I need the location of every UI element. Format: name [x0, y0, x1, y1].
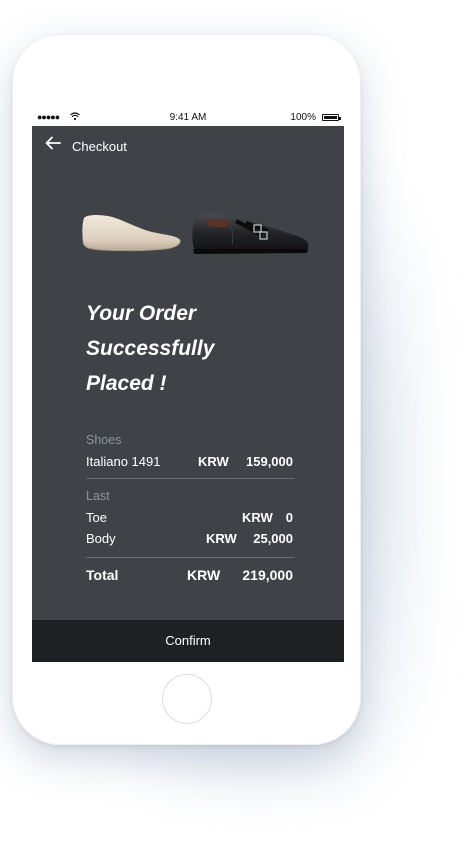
headline-line-3: Placed ! [86, 372, 167, 395]
order-success-headline: Your Order Successfully Placed ! [86, 296, 316, 401]
divider [86, 557, 294, 558]
item-name: Body [86, 531, 116, 546]
divider [86, 478, 294, 479]
item-amount: 0 [285, 510, 293, 525]
page-title: Checkout [72, 139, 127, 154]
item-amount: 159,000 [246, 454, 293, 469]
battery-icon [322, 114, 341, 121]
back-arrow-icon[interactable] [44, 134, 62, 158]
order-row-shoe: Italiano 1491 KRW 159,000 [86, 454, 293, 472]
headline-line-1: Your Order [86, 302, 197, 325]
home-button[interactable] [162, 674, 212, 724]
checkout-screen: ●●●●● 9:41 AM 100% Checkout Your Order S… [32, 111, 344, 662]
item-currency: KRW [206, 531, 237, 546]
item-currency: KRW [198, 454, 229, 469]
confirm-button[interactable]: Confirm [32, 620, 344, 662]
section-label-last: Last [86, 489, 110, 503]
order-row-toe: Toe KRW 0 [86, 510, 293, 528]
item-currency: KRW [242, 510, 273, 525]
item-amount: 25,000 [253, 531, 293, 546]
battery-percentage: 100% [290, 112, 316, 123]
total-currency: KRW [187, 567, 221, 583]
status-bar: ●●●●● 9:41 AM 100% [32, 111, 344, 126]
total-amount: 219,000 [242, 567, 293, 583]
nav-bar: Checkout [32, 126, 344, 166]
order-row-body: Body KRW 25,000 [86, 531, 293, 549]
item-name: Italiano 1491 [86, 454, 161, 469]
headline-line-2: Successfully [86, 337, 215, 360]
order-total-row: Total KRW 219,000 [86, 567, 293, 585]
section-label-shoes: Shoes [86, 433, 122, 447]
total-label: Total [86, 567, 119, 583]
shoe-image [192, 213, 309, 254]
item-name: Toe [86, 510, 107, 525]
shoe-last-image [82, 214, 181, 252]
